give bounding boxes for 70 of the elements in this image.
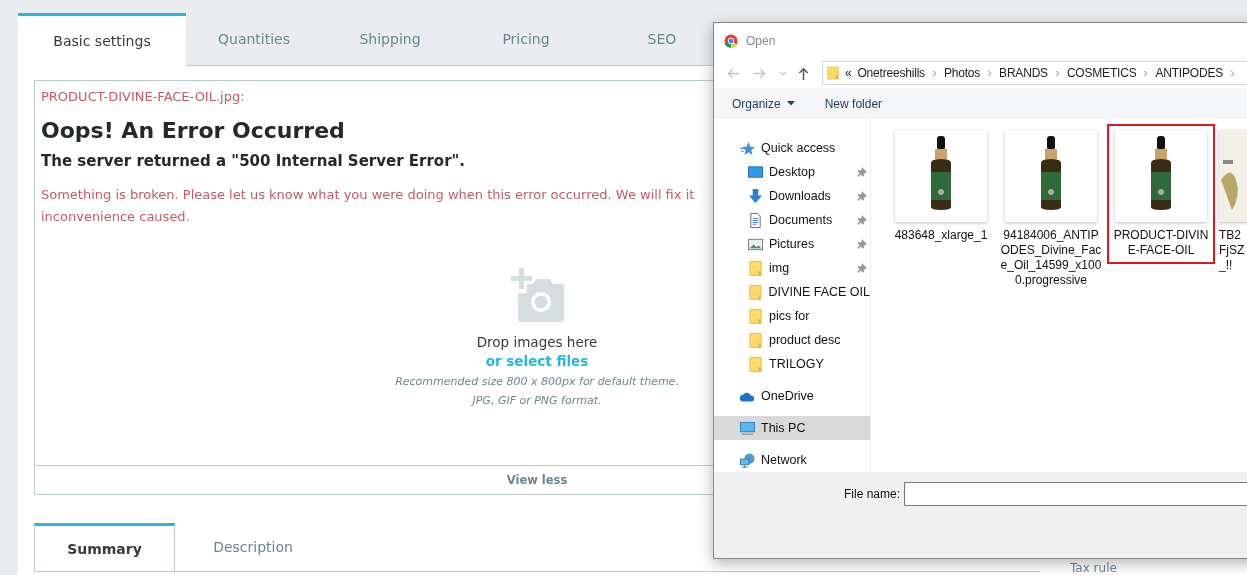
- format-hint: JPG, GIF or PNG format.: [472, 394, 602, 407]
- nav-item[interactable]: This PC: [714, 416, 870, 441]
- folder-icon: [748, 308, 763, 324]
- tab[interactable]: Description: [175, 523, 331, 571]
- dialog-title: Open: [746, 33, 776, 48]
- file-name: TB2: [1219, 228, 1241, 244]
- file-name: e_Oil_14599_x100: [1000, 258, 1102, 274]
- error-message: inconvenience caused.: [41, 208, 190, 226]
- chevron-right-icon: [930, 68, 938, 78]
- error-message: Something is broken. Please let us know what you were doing when this error occurred. We will fix it: [41, 186, 695, 204]
- breadcrumb[interactable]: Photos: [943, 66, 981, 81]
- folder-icon: [748, 284, 763, 300]
- nav-item[interactable]: Pictures: [714, 232, 870, 257]
- document-icon: [748, 212, 763, 228]
- file-item[interactable]: TB2 FjSZ _!!: [1217, 124, 1247, 280]
- nav-item[interactable]: TRILOGY: [714, 352, 870, 377]
- chevron-right-icon: [1053, 68, 1061, 78]
- tab[interactable]: Summary: [34, 523, 175, 571]
- caret-icon: [786, 101, 795, 107]
- format-hint: Recommended size 800 x 800px for default theme.: [395, 375, 679, 388]
- drop-hint: Drop images here: [476, 334, 598, 350]
- nav-item[interactable]: Downloads: [714, 184, 870, 209]
- folder-icon: [748, 332, 763, 348]
- new-folder-button[interactable]: New folder: [816, 94, 891, 113]
- file-item[interactable]: 94184006_ANTIP ODES_Divine_Fac e_Oil_14599_x100 0.progressive: [997, 124, 1105, 295]
- chevron-right-icon: [986, 68, 994, 78]
- file-name: 483648_xlarge_1: [894, 228, 988, 244]
- desktop-icon: [748, 164, 763, 180]
- file-item[interactable]: PRODUCT-DIVIN E-FACE-OIL: [1107, 124, 1215, 265]
- nav-item[interactable]: Quick access: [714, 136, 870, 161]
- nav-item[interactable]: Desktop: [714, 160, 870, 185]
- folder-icon: [748, 356, 763, 372]
- chevron-right-icon: [1142, 68, 1150, 78]
- file-name: 94184006_ANTIP: [1003, 228, 1099, 244]
- computer-icon: [740, 420, 755, 436]
- breadcrumb[interactable]: BRANDS: [999, 66, 1048, 81]
- error-title: Oops! An Error Occurred: [41, 118, 345, 143]
- folder-icon: [827, 65, 839, 82]
- download-arrow-icon: [748, 188, 763, 204]
- folder-icon: [748, 260, 763, 276]
- nav-item[interactable]: pics for: [714, 304, 870, 329]
- breadcrumb[interactable]: ANTIPODES: [1155, 66, 1223, 81]
- file-name: 0.progressive: [1014, 273, 1087, 289]
- file-item[interactable]: 483648_xlarge_1: [887, 124, 995, 250]
- file-name: FjSZ: [1219, 243, 1245, 259]
- pictures-icon: [748, 236, 763, 252]
- error-file-name: PRODUCT-DIVINE-FACE-OIL.jpg:: [41, 89, 245, 104]
- browser-icon: [724, 33, 738, 48]
- address-bar[interactable]: « Onetreeshills Photos BRANDS COSMETICS ANTIPODES: [822, 61, 1247, 86]
- nav-item[interactable]: DIVINE FACE OIL: [714, 280, 870, 305]
- breadcrumb[interactable]: Onetreeshills: [857, 66, 925, 81]
- file-name-field[interactable]: [904, 482, 1247, 507]
- tab[interactable]: Basic settings: [18, 13, 186, 66]
- file-name: PRODUCT-DIVIN: [1113, 228, 1209, 244]
- network-icon: [740, 452, 755, 468]
- file-name: _!!: [1219, 258, 1233, 274]
- field-label: Tax rule: [1070, 561, 1117, 575]
- file-name: E-FACE-OIL: [1127, 243, 1195, 259]
- nav-item[interactable]: OneDrive: [714, 384, 870, 409]
- file-name: ODES_Divine_Fac: [1000, 243, 1102, 259]
- nav-item[interactable]: Documents: [714, 208, 870, 233]
- up-arrow-icon[interactable]: [796, 65, 811, 81]
- nav-item[interactable]: product desc: [714, 328, 870, 353]
- chevron-right-icon: [1229, 68, 1236, 78]
- breadcrumb[interactable]: COSMETICS: [1066, 66, 1137, 81]
- organize-menu-button[interactable]: Organize: [724, 94, 803, 113]
- star-icon: [740, 140, 755, 156]
- error-subtitle: The server returned a "500 Internal Server Error".: [41, 152, 466, 170]
- nav-item[interactable]: img: [714, 256, 870, 281]
- overflow-chevrons[interactable]: «: [845, 66, 852, 81]
